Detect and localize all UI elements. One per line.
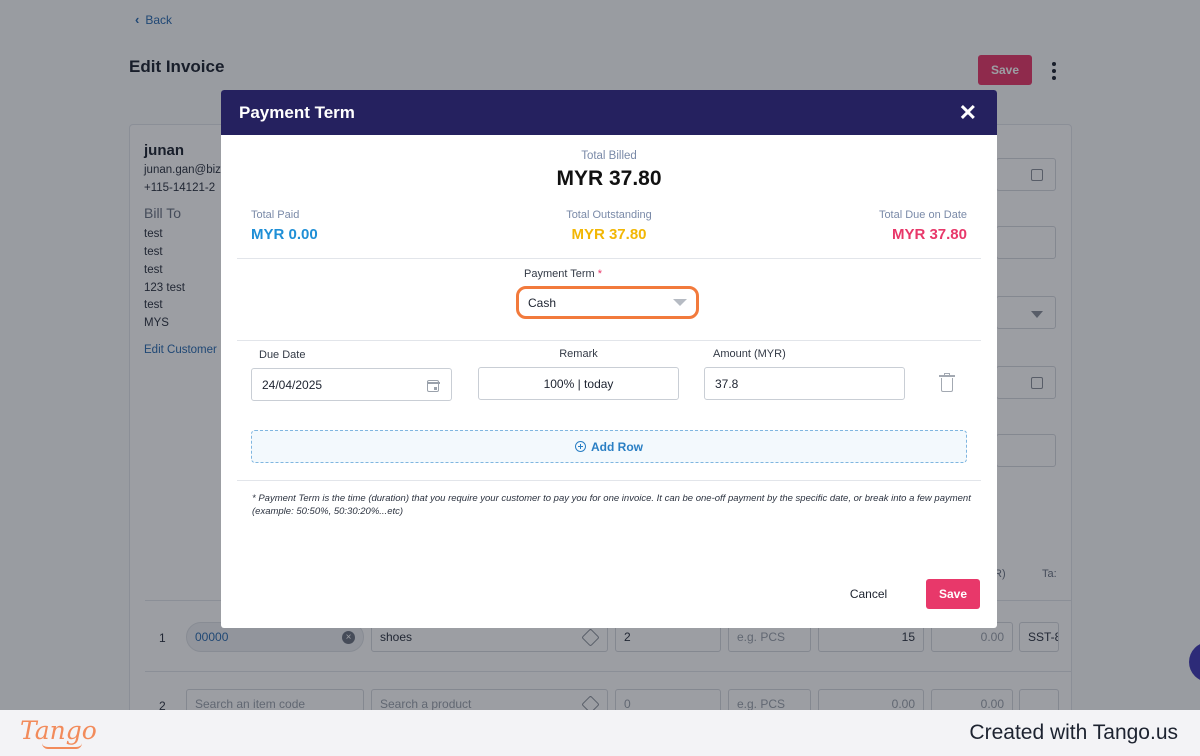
close-icon[interactable]: ✕ bbox=[959, 101, 977, 124]
total-billed-value: MYR 37.80 bbox=[556, 167, 662, 190]
calendar-icon[interactable] bbox=[426, 380, 440, 392]
total-paid-label: Total Paid bbox=[251, 209, 300, 221]
divider bbox=[237, 480, 981, 481]
payment-term-value: Cash bbox=[528, 296, 557, 310]
plus-circle-icon bbox=[575, 441, 586, 452]
divider bbox=[237, 258, 981, 259]
total-billed-label: Total Billed bbox=[581, 150, 637, 162]
add-row-label: Add Row bbox=[591, 439, 643, 454]
due-date-input[interactable]: 24/04/2025 bbox=[251, 368, 452, 401]
total-paid-value: MYR 0.00 bbox=[251, 226, 318, 243]
amount-label: Amount (MYR) bbox=[713, 348, 786, 360]
chevron-down-icon bbox=[673, 299, 687, 306]
save-button[interactable]: Save bbox=[926, 579, 980, 609]
required-mark: * bbox=[597, 268, 603, 280]
modal-header: Payment Term ✕ bbox=[221, 90, 997, 135]
total-due-value: MYR 37.80 bbox=[891, 226, 967, 243]
remark-label: Remark bbox=[559, 348, 598, 360]
created-with-text: Created with Tango.us bbox=[969, 721, 1178, 744]
cancel-button[interactable]: Cancel bbox=[835, 579, 902, 609]
tango-footer: Tango Created with Tango.us bbox=[0, 710, 1200, 756]
payment-term-note: * Payment Term is the time (duration) th… bbox=[252, 492, 977, 518]
modal-title: Payment Term bbox=[239, 102, 355, 122]
payment-term-select[interactable]: Cash bbox=[516, 286, 699, 319]
logo-swoosh bbox=[42, 743, 82, 749]
divider bbox=[237, 340, 981, 341]
note-line: * Payment Term is the time (duration) th… bbox=[252, 493, 971, 504]
due-date-label: Due Date bbox=[259, 349, 306, 361]
payment-term-label: Payment Term * bbox=[524, 268, 602, 280]
payment-term-label-text: Payment Term bbox=[524, 268, 595, 280]
amount-input[interactable]: 37.8 bbox=[704, 367, 905, 400]
trash-icon[interactable] bbox=[939, 373, 955, 392]
total-outstanding-label: Total Outstanding bbox=[566, 209, 652, 221]
add-row-button[interactable]: Add Row bbox=[251, 430, 967, 463]
invoice-page: ‹ Back Edit Invoice Save junan junan.gan… bbox=[0, 0, 1200, 710]
total-due-label: Total Due on Date bbox=[878, 209, 967, 221]
payment-term-modal: Payment Term ✕ Total Billed MYR 37.80 To… bbox=[221, 90, 997, 628]
note-line: (example: 50:50%, 50:30:20%...etc) bbox=[252, 506, 404, 517]
tango-logo: Tango bbox=[20, 716, 97, 745]
remark-input[interactable]: 100% | today bbox=[478, 367, 679, 400]
due-date-value: 24/04/2025 bbox=[262, 377, 323, 392]
total-outstanding-value: MYR 37.80 bbox=[571, 226, 647, 243]
